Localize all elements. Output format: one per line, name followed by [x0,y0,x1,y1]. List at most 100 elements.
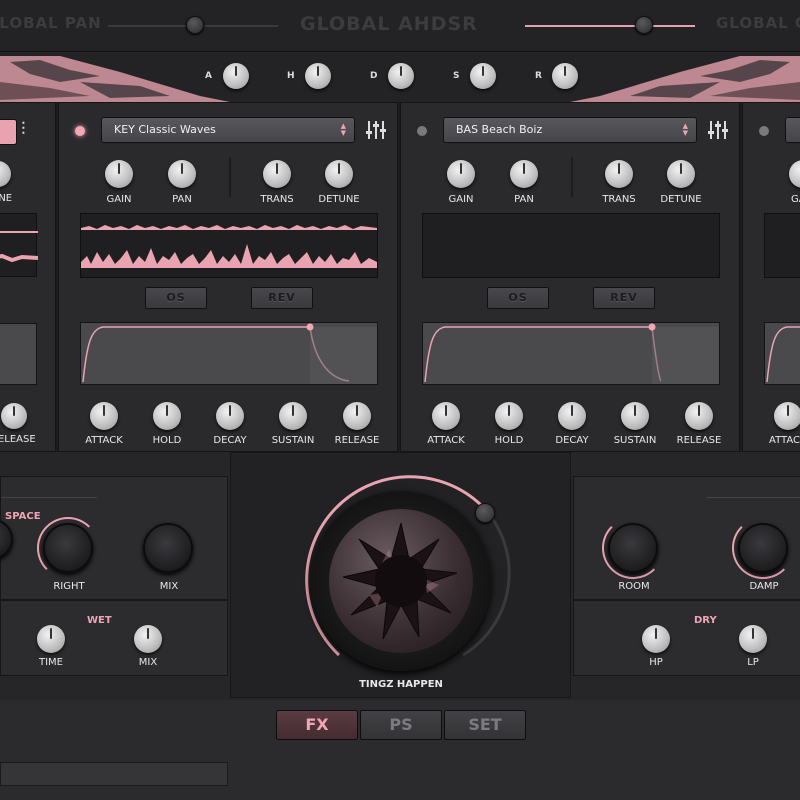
layer-1-detune-knob[interactable] [325,160,353,188]
global-sustain-knob[interactable] [470,63,496,89]
divider [706,497,800,498]
layer-2-attack-knob[interactable] [432,402,460,430]
global-hold-knob[interactable] [305,63,331,89]
layer-2-hold-knob[interactable] [495,402,523,430]
layer-2-waveform-display [422,213,720,278]
wet-time-knob[interactable] [37,625,65,653]
room-label: ROOM [618,581,650,592]
decorative-art-right [570,56,800,102]
layer-3-envelope-display[interactable] [764,322,800,385]
dry-hp-knob[interactable] [642,625,670,653]
layer-2-rev-button[interactable]: REV [593,287,655,309]
layer-3-led[interactable] [759,126,769,136]
damp-knob[interactable] [738,523,788,573]
layer-2-attack-label: ATTACK [427,435,465,446]
release-knob-partial[interactable] [1,403,27,429]
layer-2-pan-knob[interactable] [510,160,538,188]
layer-3-attack-knob[interactable] [774,402,800,430]
space-right-knob[interactable] [43,523,93,573]
macro-knob-handle[interactable] [475,503,495,523]
layer-1-trans-knob[interactable] [263,160,291,188]
layer-1-trans-label: TRANS [260,194,294,205]
layer-2-envelope-display[interactable] [422,322,720,385]
release-mini-label: R [535,71,542,81]
top-bar: GLOBAL PAN GLOBAL AHDSR GLOBAL G [0,0,800,52]
wet-title: WET [87,615,112,626]
layer-2-release-knob[interactable] [685,402,713,430]
layer-1-attack-knob[interactable] [90,402,118,430]
layer-1-envelope-display[interactable] [80,322,378,385]
global-gain-track[interactable] [525,25,695,27]
macro-orb [329,509,473,653]
global-attack-knob[interactable] [223,63,249,89]
layer-1-os-button[interactable]: OS [145,287,207,309]
room-knob[interactable] [608,523,658,573]
layer-2-trans-knob[interactable] [605,160,633,188]
layer-3-attack-label: ATTAC [769,435,800,446]
layer-3-preset-dropdown[interactable] [785,117,800,143]
layer-1-led[interactable] [75,126,85,136]
layer-2-sustain-knob[interactable] [621,402,649,430]
global-ahdsr-title: GLOBAL AHDSR [300,13,478,35]
mixer-settings-icon[interactable] [365,119,387,141]
damp-label: DAMP [749,581,779,592]
layer-1-pan-knob[interactable] [168,160,196,188]
layer-3-gain-label: GA [791,194,800,205]
decorative-art-left [0,56,230,102]
layer-1-detune-label: DETUNE [318,194,360,205]
bottom-bar: FX PS SET [0,700,800,800]
global-pan-label: GLOBAL PAN [0,14,102,32]
global-pan-handle[interactable] [186,16,204,34]
global-gain-handle[interactable] [635,16,653,34]
layer-2-detune-label: DETUNE [660,194,702,205]
mixer-settings-icon[interactable] [707,119,729,141]
dry-hp-label: HP [649,657,663,668]
global-ahdsr-strip: A H D S R [0,52,800,102]
layer-1-gain-knob[interactable] [105,160,133,188]
layer-panel-2: BAS Beach Boiz ▲ ▼ GAIN PAN TRANS DETUNE … [400,102,740,452]
divider [1,497,97,498]
waveform-display-partial [0,213,39,277]
tab-ps[interactable]: PS [360,710,442,740]
mixer-icon[interactable]: ⫶ [21,119,26,140]
attack-mini-label: A [205,71,212,81]
layer-1-hold-knob[interactable] [153,402,181,430]
layer-2-preset-dropdown[interactable]: BAS Beach Boiz ▲ ▼ [443,117,697,143]
detune-knob-partial[interactable] [0,161,11,187]
dry-lp-knob[interactable] [739,625,767,653]
layer-3-gain-knob[interactable] [789,160,800,188]
layer-2-pan-label: PAN [514,194,534,205]
space-mix-knob[interactable] [143,523,193,573]
space-fx-panel: SPACE RIGHT MIX [0,476,228,600]
layer-2-hold-label: HOLD [494,435,524,446]
layer-2-led[interactable] [417,126,427,136]
wet-mix-label: MIX [138,657,158,668]
layer-2-release-label: RELEASE [676,435,722,446]
dry-lp-label: LP [747,657,759,668]
divider [571,157,573,197]
layer-1-decay-knob[interactable] [216,402,244,430]
layer-2-gain-knob[interactable] [447,160,475,188]
layer-panel-left-partial: ⫶ UNE RELEASE [0,102,56,452]
layer-1-envelope-curve [82,323,377,384]
layer-2-os-button[interactable]: OS [487,287,549,309]
global-decay-knob[interactable] [388,63,414,89]
layer-2-decay-knob[interactable] [558,402,586,430]
spiky-ball-icon [342,522,458,640]
space-mix-label: MIX [159,581,179,592]
wet-mix-knob[interactable] [134,625,162,653]
layer-1-attack-label: ATTACK [85,435,123,446]
layer-1-release-knob[interactable] [343,402,371,430]
layer-1-rev-button[interactable]: REV [251,287,313,309]
tab-fx[interactable]: FX [276,710,358,740]
layer-2-detune-knob[interactable] [667,160,695,188]
tab-set[interactable]: SET [444,710,526,740]
layer-1-sustain-knob[interactable] [279,402,307,430]
dry-fx-panel: DRY HP LP [573,600,800,676]
global-release-knob[interactable] [552,63,578,89]
space-title: SPACE [5,511,41,522]
wet-time-label: TIME [38,657,63,668]
preset-dropdown-partial[interactable] [0,119,17,145]
layer-1-preset-dropdown[interactable]: KEY Classic Waves ▲ ▼ [101,117,355,143]
space-left-knob[interactable] [0,519,13,559]
